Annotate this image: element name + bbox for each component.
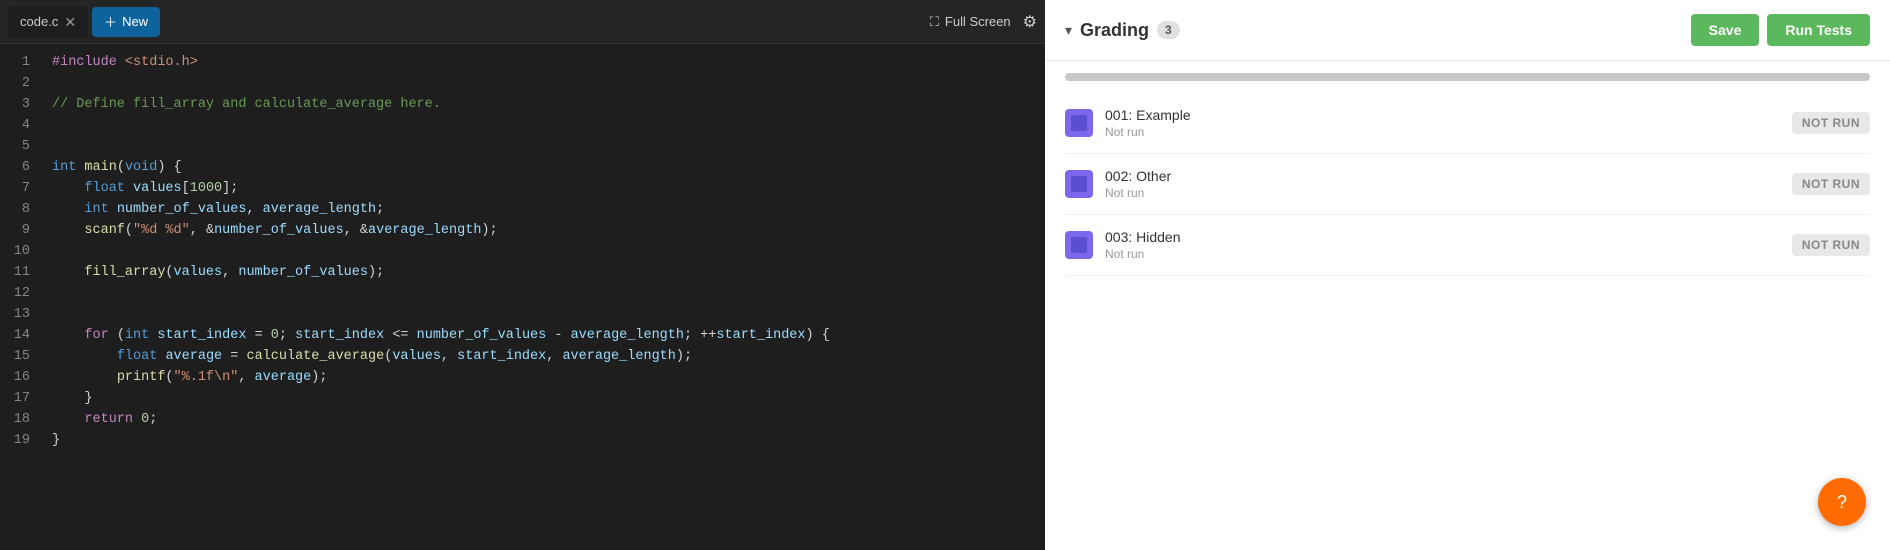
plus-icon: ＋	[104, 12, 117, 31]
test-list: 001: Example Not run NOT RUN 002: Other …	[1045, 81, 1890, 288]
code-line-19: }	[36, 430, 1045, 451]
code-line-9: scanf("%d %d", &number_of_values, &avera…	[36, 220, 1045, 241]
not-run-badge-001: NOT RUN	[1792, 112, 1870, 134]
code-line-11: fill_array(values, number_of_values);	[36, 262, 1045, 283]
progress-bar	[1065, 73, 1870, 81]
code-line-3: // Define fill_array and calculate_avera…	[36, 94, 1045, 115]
file-tab[interactable]: code.c ✕	[8, 6, 88, 38]
code-line-12	[36, 283, 1045, 304]
grading-panel: ▾ Grading 3 Save Run Tests 001: Example …	[1045, 0, 1890, 550]
code-area[interactable]: #include <stdio.h> // Define fill_array …	[36, 44, 1045, 550]
editor-tabs: code.c ✕ ＋ New ⛶ Full Screen ⚙	[0, 0, 1045, 44]
chat-button[interactable]: ?	[1818, 478, 1866, 526]
test-info-003: 003: Hidden Not run	[1105, 229, 1780, 261]
code-line-1: #include <stdio.h>	[36, 52, 1045, 73]
code-line-14: for (int start_index = 0; start_index <=…	[36, 325, 1045, 346]
editor-toolbar-right: ⛶ Full Screen ⚙	[930, 12, 1037, 32]
code-line-8: int number_of_values, average_length;	[36, 199, 1045, 220]
not-run-badge-002: NOT RUN	[1792, 173, 1870, 195]
test-icon-003	[1065, 231, 1093, 259]
code-line-10	[36, 241, 1045, 262]
grading-title: Grading	[1080, 20, 1149, 41]
new-tab-label: New	[122, 14, 148, 29]
code-line-2	[36, 73, 1045, 94]
test-item-002[interactable]: 002: Other Not run NOT RUN	[1065, 154, 1870, 215]
code-line-17: }	[36, 388, 1045, 409]
tab-filename: code.c	[20, 14, 58, 29]
tab-close-icon[interactable]: ✕	[64, 15, 76, 29]
run-tests-button[interactable]: Run Tests	[1767, 14, 1870, 46]
test-substatus-003: Not run	[1105, 247, 1780, 261]
code-line-5	[36, 136, 1045, 157]
code-line-7: float values[1000];	[36, 178, 1045, 199]
chevron-down-icon[interactable]: ▾	[1065, 22, 1072, 39]
code-line-13	[36, 304, 1045, 325]
test-icon-002	[1065, 170, 1093, 198]
fullscreen-icon: ⛶	[930, 14, 939, 30]
not-run-badge-003: NOT RUN	[1792, 234, 1870, 256]
test-name-002: 002: Other	[1105, 168, 1780, 184]
test-info-001: 001: Example Not run	[1105, 107, 1780, 139]
code-line-4	[36, 115, 1045, 136]
test-item-003[interactable]: 003: Hidden Not run NOT RUN	[1065, 215, 1870, 276]
editor-panel: code.c ✕ ＋ New ⛶ Full Screen ⚙ 123456789…	[0, 0, 1045, 550]
test-name-001: 001: Example	[1105, 107, 1780, 123]
grading-count-badge: 3	[1157, 21, 1180, 39]
grading-actions: Save Run Tests	[1691, 14, 1870, 46]
code-line-15: float average = calculate_average(values…	[36, 346, 1045, 367]
grading-header: ▾ Grading 3 Save Run Tests	[1045, 0, 1890, 61]
test-substatus-001: Not run	[1105, 125, 1780, 139]
code-line-16: printf("%.1f\n", average);	[36, 367, 1045, 388]
line-numbers: 12345678910111213141516171819	[0, 44, 36, 550]
editor-content: 12345678910111213141516171819 #include <…	[0, 44, 1045, 550]
test-item-001[interactable]: 001: Example Not run NOT RUN	[1065, 93, 1870, 154]
settings-button[interactable]: ⚙	[1023, 12, 1037, 32]
test-icon-001	[1065, 109, 1093, 137]
save-button[interactable]: Save	[1691, 14, 1760, 46]
test-substatus-002: Not run	[1105, 186, 1780, 200]
code-line-6: int main(void) {	[36, 157, 1045, 178]
test-info-002: 002: Other Not run	[1105, 168, 1780, 200]
chat-icon: ?	[1837, 492, 1847, 513]
code-line-18: return 0;	[36, 409, 1045, 430]
test-name-003: 003: Hidden	[1105, 229, 1780, 245]
new-tab-button[interactable]: ＋ New	[92, 7, 160, 37]
fullscreen-label: Full Screen	[945, 14, 1011, 29]
fullscreen-button[interactable]: ⛶ Full Screen	[930, 14, 1011, 30]
